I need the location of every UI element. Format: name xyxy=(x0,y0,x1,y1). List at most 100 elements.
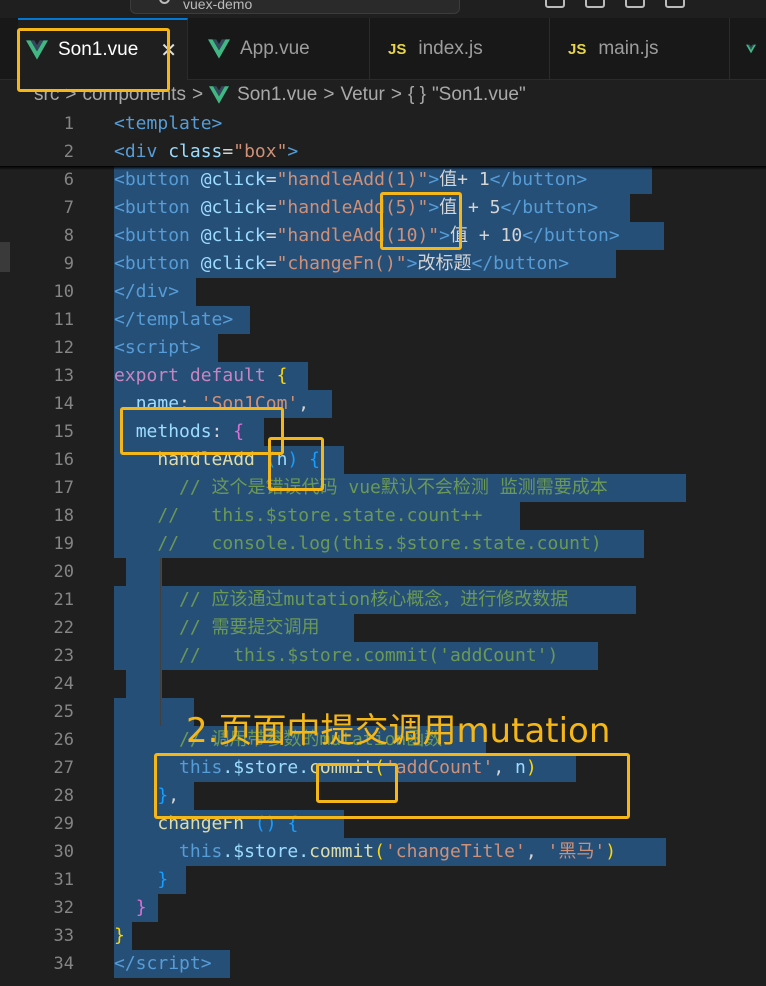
token: template xyxy=(124,113,212,134)
token: button xyxy=(493,253,559,274)
token: /script xyxy=(124,953,201,974)
code-text: } xyxy=(135,897,147,918)
line-number: 24 xyxy=(53,674,74,694)
code-line: 9 <button @click="changeFn()">改标题</butto… xyxy=(0,250,766,278)
token: export xyxy=(114,365,180,386)
code-text: } xyxy=(114,925,125,946)
breadcrumb-symbol[interactable]: "Son1.vue" xyxy=(432,84,526,106)
code-line: 20 xyxy=(0,558,766,586)
js-icon: JS xyxy=(388,40,407,58)
code-text: <button @click="changeFn()">改标题</button> xyxy=(114,253,570,274)
breadcrumb-file[interactable]: Son1.vue xyxy=(237,84,317,106)
annotation-label: 2.页面中提交调用mutation xyxy=(186,711,611,751)
code-text: </script> xyxy=(114,953,212,974)
code-text: <button @click="handleAdd(1)">值+ 1</butt… xyxy=(114,169,588,190)
code-line: 6 <button @click="handleAdd(1)">值+ 1</bu… xyxy=(0,166,766,194)
token: 'changeTitle' xyxy=(384,841,526,862)
js-icon: JS xyxy=(568,40,587,58)
line-number: 13 xyxy=(53,366,74,386)
token: /template xyxy=(124,309,223,330)
line-number: 6 xyxy=(63,170,74,190)
layout-icon[interactable] xyxy=(545,0,565,8)
code-line: 13 export default { xyxy=(0,362,766,390)
vue-icon xyxy=(209,86,230,104)
line-number: 27 xyxy=(53,758,74,778)
line-number: 21 xyxy=(53,590,74,610)
line-number: 15 xyxy=(53,422,74,442)
tab-app-vue[interactable]: App.vue xyxy=(188,18,370,80)
code-text: <button @click="handleAdd(10)">值 + 10</b… xyxy=(114,225,620,246)
code-line: 30 this.$store.commit('changeTitle', '黑马… xyxy=(0,838,766,866)
search-icon xyxy=(159,0,170,4)
braces-icon: { } xyxy=(407,84,426,105)
line-number: 14 xyxy=(53,394,74,414)
token: @click xyxy=(200,197,266,218)
line-number: 31 xyxy=(53,870,74,890)
line-number: 9 xyxy=(63,254,74,274)
code-line: 21 // 应该通过mutation核心概念，进行修改数据 xyxy=(0,586,766,614)
line-number: 10 xyxy=(53,282,74,302)
code-comment: // 需要提交调用 xyxy=(179,617,320,638)
breadcrumb-separator: > xyxy=(323,84,335,105)
line-number: 18 xyxy=(53,506,74,526)
code-text: } xyxy=(157,869,169,890)
code-text: <button @click="handleAdd(5)">值 + 5</but… xyxy=(114,197,599,218)
code-line: 31 } xyxy=(0,866,766,894)
token: button xyxy=(511,169,577,190)
command-center[interactable]: vuex-demo xyxy=(130,0,460,14)
tab-label: index.js xyxy=(418,38,483,59)
line-number: 22 xyxy=(53,618,74,638)
token: button xyxy=(124,225,190,246)
token: "changeFn()" xyxy=(276,253,407,274)
line-number: 34 xyxy=(53,954,74,974)
code-line: 2 <div class="box"> xyxy=(0,138,766,166)
code-text: this.$store.commit('changeTitle', '黑马') xyxy=(179,841,617,862)
code-line: 23 // this.$store.commit('addCount') xyxy=(0,642,766,670)
code-text: <template> xyxy=(114,113,223,134)
code-line: 19 // console.log(this.$store.state.coun… xyxy=(0,530,766,558)
token: .$store. xyxy=(222,841,310,862)
code-line: 32 } xyxy=(0,894,766,922)
token: 改标题 xyxy=(417,253,472,274)
code-line: 34 </script> xyxy=(0,950,766,978)
tab-label: main.js xyxy=(598,38,659,59)
token: script xyxy=(124,337,190,358)
code-line: 10 </div> xyxy=(0,278,766,306)
line-number: 17 xyxy=(53,478,74,498)
tab-index-js[interactable]: JS index.js xyxy=(370,18,550,80)
code-text: <script> xyxy=(114,337,201,358)
sidebar-toggle-icon[interactable] xyxy=(585,0,605,8)
secondary-sidebar-icon[interactable] xyxy=(665,0,685,8)
command-center-text: vuex-demo xyxy=(183,0,253,12)
token: button xyxy=(124,197,190,218)
token: @click xyxy=(200,253,266,274)
tab-overflow[interactable] xyxy=(730,18,766,80)
breadcrumb-vetur[interactable]: Vetur xyxy=(340,84,384,106)
token: "box" xyxy=(233,141,288,162)
token: '黑马' xyxy=(547,841,606,862)
panel-toggle-icon[interactable] xyxy=(625,0,645,8)
token: commit xyxy=(309,841,375,862)
token: /div xyxy=(124,281,169,302)
breadcrumb-separator: > xyxy=(191,84,204,105)
token: @click xyxy=(200,169,266,190)
line-number: 19 xyxy=(53,534,74,554)
line-number: 28 xyxy=(53,786,74,806)
code-comment: // this.$store.commit('addCount') xyxy=(179,645,559,666)
line-number: 23 xyxy=(53,646,74,666)
code-comment: // this.$store.state.count++ xyxy=(157,505,483,526)
code-line: 11 </template> xyxy=(0,306,766,334)
code-line: 33 } xyxy=(0,922,766,950)
highlight-box xyxy=(268,437,324,491)
code-text: </template> xyxy=(114,309,234,330)
tab-main-js[interactable]: JS main.js xyxy=(550,18,730,80)
line-number: 7 xyxy=(63,198,74,218)
line-number: 11 xyxy=(53,310,74,330)
line-number: 33 xyxy=(53,926,74,946)
code-text: <div class="box"> xyxy=(114,141,299,162)
line-number: 2 xyxy=(63,142,74,162)
token: class xyxy=(168,141,223,162)
line-number: 26 xyxy=(53,730,74,750)
code-comment: // 应该通过mutation核心概念，进行修改数据 xyxy=(179,589,569,610)
code-line: 17 // 这个是错误代码 vue默认不会检测 监测需要成本 xyxy=(0,474,766,502)
